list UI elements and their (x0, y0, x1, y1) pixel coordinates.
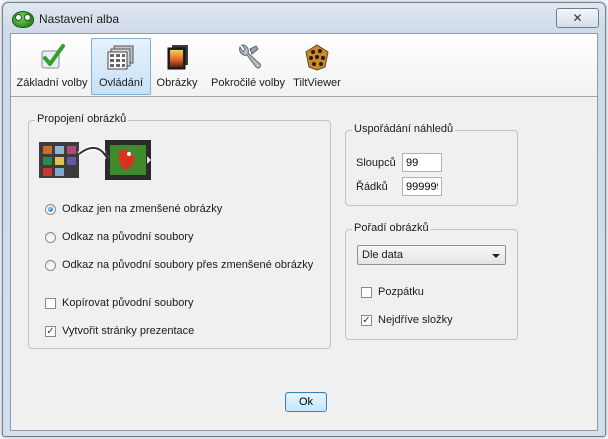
radio-button[interactable] (45, 259, 56, 271)
title-bar[interactable]: Nastavení alba ✕ (3, 3, 605, 32)
checkbox-label: Nejdříve složky (378, 314, 453, 326)
checkbox[interactable]: ✓ (45, 325, 56, 337)
tab-label: Ovládání (98, 77, 144, 89)
linking-group-label: Propojení obrázků (35, 113, 129, 125)
checkbox-label: Pozpátku (378, 286, 424, 298)
radio-link-originals[interactable]: Odkaz na původní soubory (45, 231, 193, 243)
settings-toolbar: Základní volby Ovládání Obrázky Pokročil… (11, 34, 597, 97)
linking-illustration (39, 140, 151, 180)
thumbnail-layout-group: Uspořádání náhledů Sloupců Řádků (345, 123, 518, 206)
folders-first-checkbox[interactable]: ✓ Nejdříve složky (361, 314, 453, 326)
checkbox[interactable] (361, 286, 372, 298)
radio-label: Odkaz na původní soubory přes zmenšené o… (62, 259, 314, 271)
copy-originals-checkbox[interactable]: Kopírovat původní soubory (45, 297, 193, 309)
tiltviewer-icon (305, 44, 329, 71)
image-order-group-label: Pořadí obrázků (352, 222, 431, 234)
dialog-window: Nastavení alba ✕ Základní volby Ovládání… (2, 2, 606, 437)
ok-button[interactable]: Ok (285, 392, 327, 412)
chevron-down-icon (492, 254, 500, 258)
rows-label: Řádků (356, 181, 388, 193)
sort-order-value: Dle data (362, 249, 403, 261)
checkbox-label: Kopírovat původní soubory (62, 297, 194, 309)
rows-input[interactable] (402, 177, 442, 196)
thumbnail-layout-group-label: Uspořádání náhledů (352, 123, 456, 135)
tab-zakladni-volby[interactable]: Základní volby (15, 39, 89, 93)
close-button[interactable]: ✕ (556, 8, 599, 28)
linking-group: Propojení obrázků Odkaz jen na zmenšené … (28, 113, 331, 349)
radio-label: Odkaz jen na zmenšené obrázky (62, 203, 223, 215)
layout-icon (107, 45, 134, 70)
pictures-icon (167, 45, 188, 70)
wrench-icon (239, 44, 261, 69)
radio-link-thumbnails[interactable]: Odkaz jen na zmenšené obrázky (45, 203, 222, 215)
checkbox[interactable]: ✓ (361, 314, 372, 326)
image-order-group: Pořadí obrázků Dle data Pozpátku ✓ Nejdř… (345, 222, 518, 340)
columns-label: Sloupců (356, 157, 396, 169)
tab-label: Obrázky (156, 77, 198, 89)
tab-pokrocile-volby[interactable]: Pokročilé volby (209, 39, 287, 93)
tab-label: Základní volby (16, 77, 88, 89)
frog-app-icon (12, 11, 34, 28)
tab-obrazky[interactable]: Obrázky (153, 39, 201, 93)
tab-tiltviewer[interactable]: TiltViewer (291, 39, 343, 93)
checkbox[interactable] (45, 297, 56, 309)
radio-label: Odkaz na původní soubory (62, 231, 194, 243)
columns-input[interactable] (402, 153, 442, 172)
sort-order-select[interactable]: Dle data (357, 245, 506, 265)
radio-button[interactable] (45, 231, 56, 243)
tab-label: TiltViewer (293, 77, 341, 89)
reverse-checkbox[interactable]: Pozpátku (361, 286, 424, 298)
checkmark-icon (41, 44, 65, 69)
dialog-client-area: Základní volby Ovládání Obrázky Pokročil… (10, 33, 598, 431)
checkbox-label: Vytvořit stránky prezentace (62, 325, 195, 337)
radio-button[interactable] (45, 203, 56, 215)
tab-ovladani[interactable]: Ovládání (91, 38, 151, 95)
window-title: Nastavení alba (39, 12, 120, 26)
tab-label: Pokročilé volby (211, 77, 285, 89)
create-slideshow-checkbox[interactable]: ✓ Vytvořit stránky prezentace (45, 325, 194, 337)
close-icon: ✕ (572, 11, 583, 25)
radio-link-originals-via-thumbnails[interactable]: Odkaz na původní soubory přes zmenšené o… (45, 259, 313, 271)
